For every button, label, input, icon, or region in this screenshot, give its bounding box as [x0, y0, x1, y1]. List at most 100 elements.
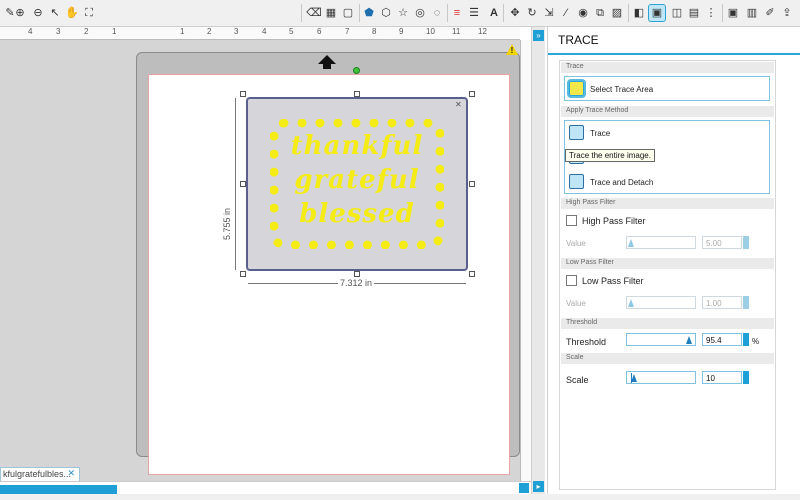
expand-panel-icon[interactable]: ▸ [533, 481, 544, 492]
selection-handle[interactable] [240, 271, 246, 277]
grid-icon[interactable]: ▦ [323, 5, 339, 21]
slider-marker[interactable] [686, 336, 692, 344]
low-pass-value-field[interactable]: 1.00 [702, 296, 742, 309]
design-word-blessed: blessed [299, 199, 415, 229]
cut-settings-icon[interactable]: ▣ [725, 5, 741, 21]
threshold-value-field[interactable]: 95.4 [702, 333, 742, 346]
shape-ring-icon[interactable]: ◌ [429, 5, 445, 21]
high-pass-slider[interactable] [626, 236, 696, 249]
eraser-tool-icon[interactable]: ⌫ [306, 5, 322, 21]
trace-detach-icon [569, 174, 584, 189]
low-pass-spinner[interactable] [743, 296, 749, 309]
mirror-icon[interactable]: ◫ [669, 5, 685, 21]
trace-and-detach-button[interactable]: Trace and Detach [565, 171, 769, 193]
warning-icon[interactable]: ! [506, 44, 518, 55]
horizontal-ruler: 4 3 2 1 1 2 3 4 5 6 7 8 9 10 11 12 [0, 27, 520, 40]
design-canvas[interactable]: ! 5.755 in 7.312 in thankful grateful bl… [0, 40, 520, 481]
knife-icon[interactable]: ⁄ [558, 5, 574, 21]
document-tab[interactable]: kfulgratefulbles... ✕ [0, 467, 80, 481]
select-trace-area-icon [567, 79, 586, 98]
low-pass-checkbox[interactable] [566, 275, 577, 286]
trace-tooltip: Trace the entire image. [565, 149, 655, 162]
slider-marker[interactable] [628, 299, 634, 307]
selection-handle[interactable] [469, 271, 475, 277]
select-icon[interactable]: ↖ [47, 5, 63, 21]
shape-spiral-icon[interactable]: ◎ [412, 5, 428, 21]
brush-icon[interactable]: ✐ [762, 5, 778, 21]
ruler-tick: 11 [452, 27, 461, 36]
selection-handle[interactable] [240, 181, 246, 187]
ruler-tick: 4 [262, 27, 267, 36]
section-header-low-pass: Low Pass Filter [561, 258, 774, 269]
collapse-panel-icon[interactable]: » [533, 30, 544, 41]
scale-icon[interactable]: ⇲ [541, 5, 557, 21]
scale-label: Scale [566, 375, 589, 385]
close-tab-icon[interactable]: ✕ [67, 468, 75, 479]
traced-design-image[interactable]: thankful grateful blessed [246, 97, 468, 271]
section-header-threshold: Threshold [561, 318, 774, 329]
library-icon[interactable]: ◧ [631, 5, 647, 21]
rotate-handle[interactable] [353, 67, 360, 74]
send-icon[interactable]: ▤ [686, 5, 702, 21]
replicate-icon[interactable]: ⧉ [592, 5, 608, 21]
height-dimension-label: 5.755 in [222, 207, 232, 240]
shape-star-icon[interactable]: ☆ [395, 5, 411, 21]
high-pass-checkbox[interactable] [566, 215, 577, 226]
rotate-icon[interactable]: ↻ [524, 5, 540, 21]
scrollbar-thumb[interactable] [0, 485, 117, 494]
width-dimension-label: 7.312 in [338, 278, 375, 288]
selection-handle[interactable] [469, 181, 475, 187]
ruler-tick: 5 [289, 27, 294, 36]
low-pass-check-label: Low Pass Filter [582, 276, 644, 286]
trace-detach-label: Trace and Detach [590, 178, 654, 187]
selection-handle[interactable] [354, 91, 360, 97]
ruler-tick: 3 [56, 27, 61, 36]
threshold-slider[interactable] [626, 333, 696, 346]
horizontal-scrollbar[interactable] [0, 481, 531, 494]
toolbar-separator [447, 4, 448, 22]
trace-panel: TRACE Trace Select Trace Area Apply Trac… [547, 27, 800, 494]
scale-slider[interactable] [626, 371, 696, 384]
scale-value-field[interactable]: 10 [702, 371, 742, 384]
ruler-tick: 10 [426, 27, 435, 36]
scroll-right-icon[interactable] [519, 483, 529, 493]
shape-pentagon-icon[interactable]: ⬟ [361, 5, 377, 21]
ruler-tick: 4 [28, 27, 33, 36]
ruler-tick: 8 [372, 27, 377, 36]
selection-handle[interactable] [354, 271, 360, 277]
pan-icon[interactable]: ✋ [64, 5, 80, 21]
slider-marker[interactable] [631, 374, 637, 382]
scale-spinner[interactable] [743, 371, 749, 384]
move-icon[interactable]: ✥ [507, 5, 523, 21]
high-pass-spinner[interactable] [743, 236, 749, 249]
select-trace-area-button[interactable]: Select Trace Area [564, 76, 770, 101]
selection-handle[interactable] [469, 91, 475, 97]
fill-icon[interactable]: ▨ [609, 5, 625, 21]
ruler-tick: 7 [345, 27, 350, 36]
trace-button[interactable]: Trace [565, 121, 769, 145]
image-close-icon[interactable]: ✕ [455, 100, 462, 109]
toolbar-separator [722, 4, 723, 22]
threshold-label: Threshold [566, 337, 607, 347]
design-page-icon[interactable]: ⋮ [703, 5, 719, 21]
selection-handle[interactable] [240, 91, 246, 97]
offset-icon[interactable]: ◉ [575, 5, 591, 21]
zoom-in-icon[interactable]: ⊕ [12, 5, 28, 21]
threshold-spinner[interactable] [743, 333, 749, 346]
text-icon[interactable]: A [486, 5, 502, 21]
vertical-ruler [520, 40, 531, 481]
design-word-grateful: grateful [294, 165, 420, 195]
store-icon[interactable]: ▥ [744, 5, 760, 21]
low-pass-slider[interactable] [626, 296, 696, 309]
color-lines-icon[interactable]: ≡ [449, 5, 465, 21]
shape-hexagon-icon[interactable]: ⬡ [378, 5, 394, 21]
design-word-thankful: thankful [290, 131, 424, 161]
trace-icon[interactable]: ▣ [648, 4, 666, 22]
zoom-out-icon[interactable]: ⊖ [30, 5, 46, 21]
fit-icon[interactable]: ⛶ [81, 5, 97, 21]
slider-marker[interactable] [628, 239, 634, 247]
line-weight-icon[interactable]: ☰ [466, 5, 482, 21]
page-icon[interactable]: ▢ [340, 5, 356, 21]
send-to-device-icon[interactable]: ⇪ [779, 5, 795, 21]
high-pass-value-field[interactable]: 5.00 [702, 236, 742, 249]
